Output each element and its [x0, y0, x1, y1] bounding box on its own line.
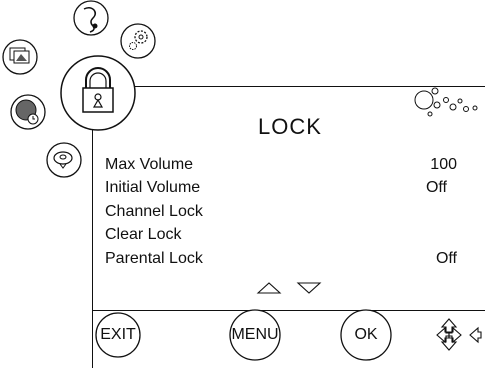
lock-icon[interactable]: [60, 55, 136, 131]
down-arrow-icon[interactable]: [296, 282, 322, 294]
picture-icon[interactable]: [2, 39, 38, 75]
sound-icon[interactable]: [73, 0, 109, 36]
menu-item-initial-volume[interactable]: Initial Volume: [105, 178, 200, 197]
initial-volume-value: Off: [425, 179, 447, 196]
settings-icon[interactable]: [120, 23, 156, 59]
ok-button[interactable]: OK: [344, 326, 388, 344]
direction-pad-icon[interactable]: [436, 318, 482, 351]
menu-item-channel-lock[interactable]: Channel Lock: [105, 202, 203, 221]
tv-icon[interactable]: [46, 142, 82, 178]
max-volume-value: 100: [430, 156, 457, 173]
menu-title: LOCK: [258, 114, 322, 139]
parental-lock-value: Off: [435, 250, 457, 267]
menu-button[interactable]: MENU: [228, 326, 282, 344]
menu-item-parental-lock[interactable]: Parental Lock: [105, 249, 203, 268]
menu-item-max-volume[interactable]: Max Volume: [105, 155, 193, 174]
time-icon[interactable]: [10, 94, 46, 130]
up-arrow-icon[interactable]: [256, 282, 282, 294]
exit-button[interactable]: EXIT: [96, 326, 140, 344]
bubbles-decoration: [414, 87, 478, 117]
menu-item-clear-lock[interactable]: Clear Lock: [105, 225, 181, 244]
